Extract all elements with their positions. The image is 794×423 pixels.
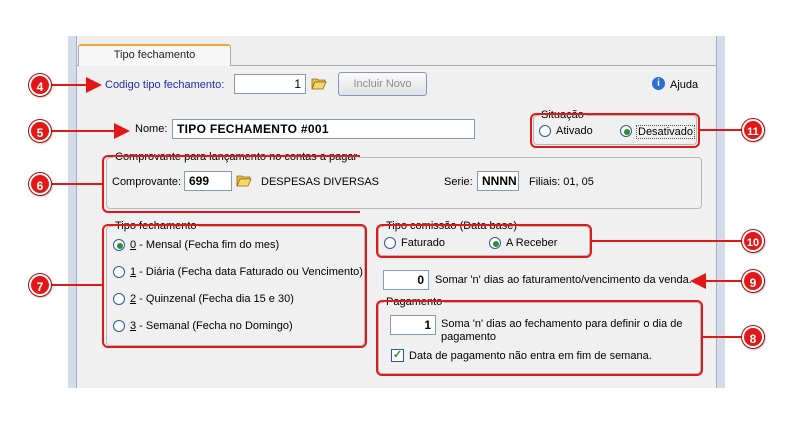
annotation-badge-4: 4 bbox=[29, 74, 51, 96]
annotation-arrows bbox=[52, 77, 742, 338]
annotation-badge-10: 10 bbox=[742, 230, 764, 252]
annotation-badge-5: 5 bbox=[29, 120, 51, 142]
annotation-badge-11: 11 bbox=[742, 119, 764, 141]
annotation-badge-9: 9 bbox=[742, 270, 764, 292]
annotation-badge-8: 8 bbox=[742, 326, 764, 348]
annotation-badge-7: 7 bbox=[29, 274, 51, 296]
annotation-badge-6: 6 bbox=[29, 173, 51, 195]
